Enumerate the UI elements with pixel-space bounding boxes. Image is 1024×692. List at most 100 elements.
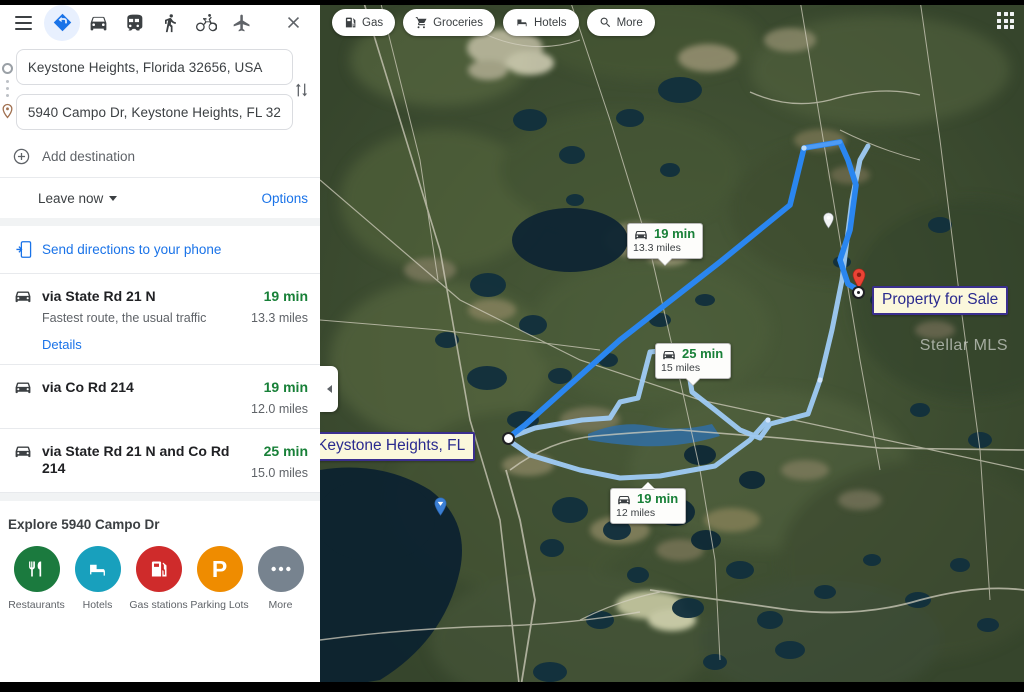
car-icon bbox=[4, 443, 42, 480]
chip-groceries[interactable]: Groceries bbox=[403, 9, 495, 36]
route-name: via State Rd 21 N bbox=[42, 288, 156, 304]
car-icon bbox=[635, 230, 647, 239]
collapse-sidebar-button[interactable] bbox=[320, 366, 338, 412]
route-duration: 25 min bbox=[263, 443, 308, 459]
close-directions-icon[interactable] bbox=[276, 6, 310, 40]
phone-send-icon bbox=[4, 240, 42, 259]
waypoint-markers bbox=[0, 49, 16, 130]
route-metrics: 19 min 12.0 miles bbox=[246, 379, 308, 416]
apps-grid-icon[interactable] bbox=[997, 12, 1014, 29]
route-metrics: 25 min 15.0 miles bbox=[246, 443, 308, 480]
app-window: Keystone Heights, Florida 32656, USA 594… bbox=[0, 0, 1024, 692]
route-duration: 19 min bbox=[263, 379, 308, 395]
map-canvas[interactable]: Gas Groceries Hotels More Lowry Lake Bel… bbox=[320, 0, 1024, 692]
leave-time-row: Leave now Options bbox=[0, 178, 320, 226]
leave-now-label: Leave now bbox=[38, 190, 104, 206]
gas-icon bbox=[135, 546, 182, 592]
travel-mode-best[interactable] bbox=[44, 4, 80, 41]
waypoint-dots bbox=[6, 80, 10, 97]
route-option[interactable]: via State Rd 21 N Fastest route, the usu… bbox=[0, 274, 320, 365]
poi-pin-winn-dixie[interactable] bbox=[433, 497, 448, 521]
travel-mode-tabs bbox=[44, 4, 276, 41]
explore-label: Hotels bbox=[82, 599, 113, 611]
bubble-tail bbox=[658, 258, 673, 265]
route-bubble-distance: 13.3 miles bbox=[633, 242, 681, 254]
swap-waypoints-icon[interactable] bbox=[293, 49, 310, 130]
options-link[interactable]: Options bbox=[261, 191, 308, 206]
hotel-icon bbox=[74, 546, 121, 592]
sidebar-topbar bbox=[0, 0, 320, 45]
destination-pin-icon bbox=[1, 103, 14, 119]
explore-category-restaurants[interactable]: Restaurants bbox=[6, 546, 67, 611]
explore-title: Explore 5940 Campo Dr bbox=[8, 517, 160, 532]
explore-category-parking-lots[interactable]: P Parking Lots bbox=[189, 546, 250, 611]
hotel-icon bbox=[517, 19, 527, 27]
travel-mode-driving[interactable] bbox=[80, 5, 116, 41]
gas-icon bbox=[345, 17, 356, 28]
restaurant-icon bbox=[13, 546, 60, 592]
chip-label: Groceries bbox=[433, 16, 483, 29]
origin-circle-icon bbox=[2, 63, 14, 74]
travel-mode-transit[interactable] bbox=[116, 5, 152, 41]
destination-input[interactable]: 5940 Campo Dr, Keystone Heights, FL 32 bbox=[15, 94, 293, 130]
origin-input[interactable]: Keystone Heights, Florida 32656, USA bbox=[15, 49, 293, 85]
route-bubble-distance: 12 miles bbox=[616, 507, 656, 519]
destination-endpoint-dot[interactable] bbox=[852, 286, 865, 299]
route-info: via State Rd 21 N Fastest route, the usu… bbox=[42, 288, 246, 352]
chip-more[interactable]: More bbox=[586, 9, 655, 36]
leave-now-dropdown[interactable]: Leave now bbox=[38, 190, 118, 206]
travel-mode-cycling[interactable] bbox=[188, 5, 224, 41]
add-destination-row[interactable]: Add destination bbox=[0, 136, 320, 178]
route-info: via Co Rd 214 bbox=[42, 379, 246, 416]
chevron-left-icon bbox=[326, 385, 332, 393]
explore-label: Parking Lots bbox=[190, 599, 249, 611]
cart-icon bbox=[415, 17, 427, 29]
chip-gas[interactable]: Gas bbox=[332, 9, 396, 36]
chip-label: More bbox=[616, 16, 643, 29]
route-bubble-time: 19 min bbox=[654, 226, 696, 241]
route-bubble[interactable]: 19 min 13.3 miles bbox=[627, 223, 704, 265]
waypoint-inputs: Keystone Heights, Florida 32656, USA 594… bbox=[0, 45, 320, 136]
route-bubble[interactable]: 19 min 12 miles bbox=[610, 482, 687, 524]
explore-label: More bbox=[268, 599, 293, 611]
top-letterbox bbox=[0, 0, 1024, 5]
route-bubble-distance: 15 miles bbox=[661, 362, 701, 374]
route-bubble[interactable]: 25 min 15 miles bbox=[655, 343, 732, 385]
route-option[interactable]: via State Rd 21 N and Co Rd 214 25 min 1… bbox=[0, 429, 320, 493]
more-dots-icon bbox=[257, 546, 304, 592]
route-details-link[interactable]: Details bbox=[42, 337, 240, 352]
origin-endpoint-dot[interactable] bbox=[502, 432, 515, 445]
route-name: via State Rd 21 N and Co Rd 214 bbox=[42, 443, 230, 476]
chip-label: Gas bbox=[362, 16, 384, 29]
chevron-down-icon bbox=[109, 195, 118, 201]
chip-hotels[interactable]: Hotels bbox=[502, 9, 579, 36]
bubble-tail bbox=[641, 482, 656, 489]
car-icon bbox=[618, 495, 630, 504]
car-icon bbox=[4, 288, 42, 352]
section-divider bbox=[0, 493, 320, 501]
route-metrics: 19 min 13.3 miles bbox=[246, 288, 308, 352]
explore-category-gas-stations[interactable]: Gas stations bbox=[128, 546, 189, 611]
explore-category-more[interactable]: More bbox=[250, 546, 311, 611]
hamburger-menu-icon[interactable] bbox=[6, 6, 40, 40]
map-category-chips: Gas Groceries Hotels More bbox=[332, 9, 655, 36]
route-bubble-head: 19 min bbox=[633, 227, 695, 241]
bottom-letterbox bbox=[0, 682, 1024, 692]
address-fields: Keystone Heights, Florida 32656, USA 594… bbox=[15, 49, 293, 130]
travel-mode-flights[interactable] bbox=[224, 5, 260, 41]
parking-icon: P bbox=[196, 546, 243, 592]
route-option[interactable]: via Co Rd 214 19 min 12.0 miles bbox=[0, 365, 320, 429]
directions-sidebar: Keystone Heights, Florida 32656, USA 594… bbox=[0, 0, 320, 692]
explore-category-hotels[interactable]: Hotels bbox=[67, 546, 128, 611]
travel-mode-walking[interactable] bbox=[152, 5, 188, 41]
car-icon bbox=[4, 379, 42, 416]
car-icon bbox=[663, 350, 675, 359]
send-directions-row[interactable]: Send directions to your phone bbox=[0, 226, 320, 274]
route-info: via State Rd 21 N and Co Rd 214 bbox=[42, 443, 246, 480]
chip-label: Hotels bbox=[533, 16, 567, 29]
route-distance: 15.0 miles bbox=[251, 466, 308, 480]
poi-pin-streib-construction[interactable] bbox=[822, 212, 835, 234]
explore-categories: Restaurants Hotels Gas stations P Parkin… bbox=[0, 532, 320, 611]
route-bubble-time: 19 min bbox=[637, 491, 679, 506]
plus-icon bbox=[4, 148, 38, 165]
